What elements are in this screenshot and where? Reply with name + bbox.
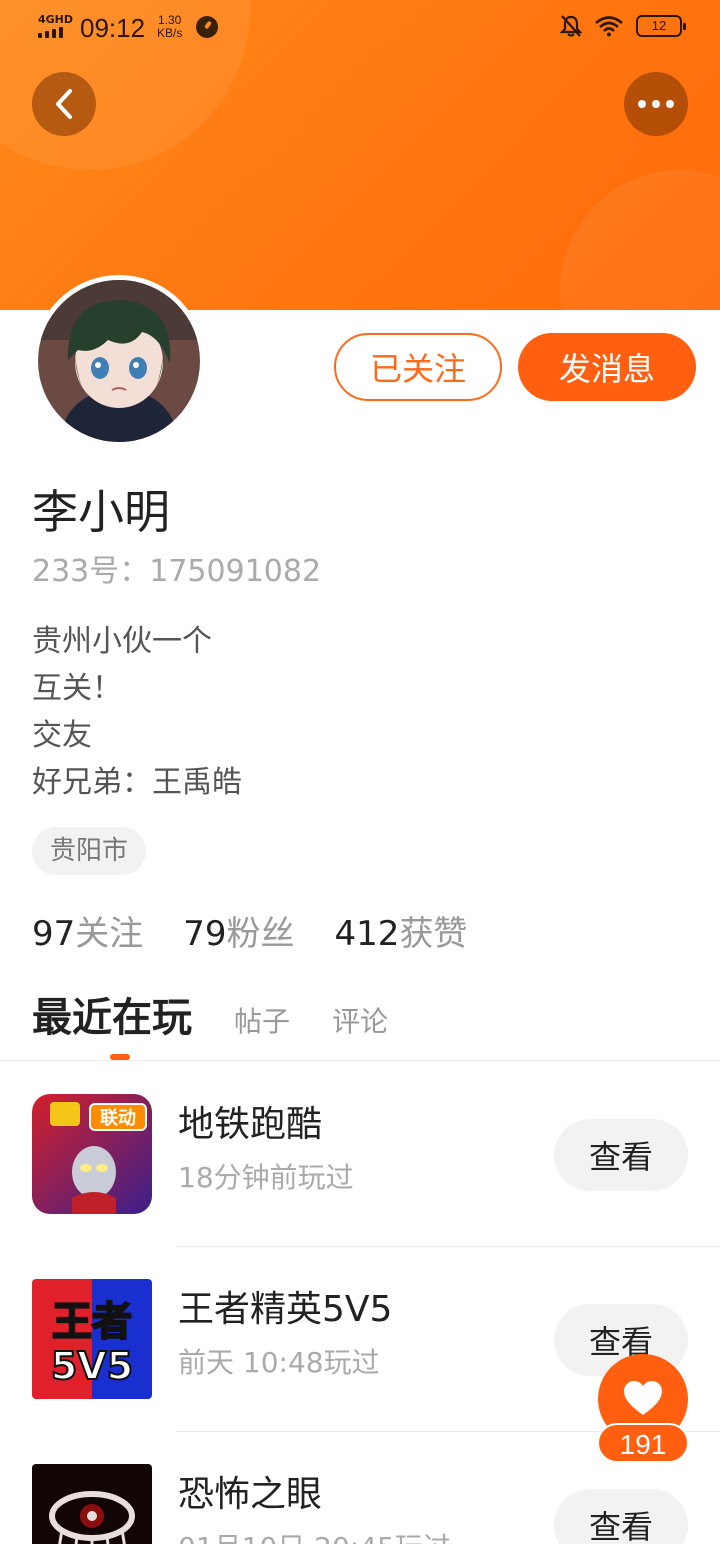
banner-decoration	[560, 170, 720, 310]
profile-name: 李小明	[32, 485, 170, 539]
game-icon-text: 联动	[100, 1108, 136, 1129]
network-speed-unit: KB/s	[157, 26, 183, 40]
tab-comments[interactable]: 评论	[332, 992, 388, 1052]
last-played-time: 18分钟前玩过	[178, 1161, 354, 1194]
bio-line: 贵州小伙一个	[32, 624, 212, 659]
battery-icon: 12	[636, 15, 686, 37]
view-button[interactable]: 查看	[554, 1489, 688, 1544]
signal-icon	[38, 27, 63, 38]
profile-id: 233号：175091082	[32, 554, 322, 589]
profile-bio: 贵州小伙一个 互关！ 交友 好兄弟：王禹皓	[32, 618, 242, 806]
stat-number: 412	[334, 914, 400, 954]
status-icons: 12	[560, 14, 686, 38]
send-message-button[interactable]: 发消息	[518, 333, 696, 401]
chevron-left-icon	[56, 89, 72, 119]
view-button[interactable]: 查看	[554, 1119, 688, 1191]
game-icon-text: 5V5	[51, 1344, 133, 1388]
stat-label: 关注	[75, 914, 144, 954]
wifi-icon	[595, 16, 623, 37]
list-item[interactable]: 恐怖之眼 01月10日 20:45玩过 查看	[0, 1464, 720, 1544]
likes-count: 412获赞	[335, 906, 468, 962]
location-tag: 贵阳市	[32, 827, 147, 875]
more-options-button[interactable]	[624, 72, 688, 136]
avatar[interactable]	[33, 275, 205, 447]
game-title: 恐怖之眼	[178, 1474, 323, 1515]
like-count-badge: 191	[597, 1423, 689, 1463]
list-item[interactable]: 联动 地铁跑酷 18分钟前玩过 查看	[0, 1094, 720, 1278]
last-played-time: 01月10日 20:45玩过	[178, 1530, 451, 1544]
king-elite-5v5-icon: 王者 5V5	[32, 1279, 152, 1399]
tab-recently-played[interactable]: 最近在玩	[32, 988, 192, 1048]
network-speed: 1.30 KB/s	[157, 14, 182, 40]
stat-number: 97	[32, 914, 76, 954]
profile-stats: 97关注 79粉丝 412获赞	[32, 906, 467, 962]
followers-count[interactable]: 79粉丝	[183, 906, 294, 962]
bio-line: 好兄弟：王禹皓	[32, 765, 242, 800]
stat-number: 79	[183, 914, 227, 954]
profile-tabs: 最近在玩 帖子 评论	[32, 988, 388, 1052]
divider	[0, 1060, 720, 1061]
avatar-image	[38, 280, 200, 442]
game-title: 地铁跑酷	[178, 1104, 323, 1145]
tab-posts[interactable]: 帖子	[234, 992, 290, 1052]
game-title: 王者精英5V5	[178, 1289, 393, 1330]
eye-game-icon	[32, 1464, 152, 1544]
game-icon-text: 王者	[52, 1299, 132, 1345]
status-bar: 4GHD 09:12 1.30 KB/s 12	[0, 0, 720, 56]
clock: 09:12	[80, 13, 146, 43]
following-count[interactable]: 97关注	[32, 906, 143, 962]
more-dots-icon	[638, 100, 674, 108]
stat-label: 获赞	[399, 914, 468, 954]
bio-line: 互关！	[32, 671, 122, 706]
heart-icon	[624, 1381, 662, 1415]
divider	[176, 1246, 720, 1247]
stat-label: 粉丝	[226, 914, 295, 954]
mute-bell-icon	[560, 15, 582, 37]
subway-surfers-icon: 联动	[32, 1094, 152, 1214]
back-button[interactable]	[32, 72, 96, 136]
network-type: 4GHD	[38, 13, 74, 26]
speed-gauge-icon	[196, 16, 218, 38]
bio-line: 交友	[32, 718, 92, 753]
following-button[interactable]: 已关注	[334, 333, 502, 401]
last-played-time: 前天 10:48玩过	[178, 1346, 380, 1379]
